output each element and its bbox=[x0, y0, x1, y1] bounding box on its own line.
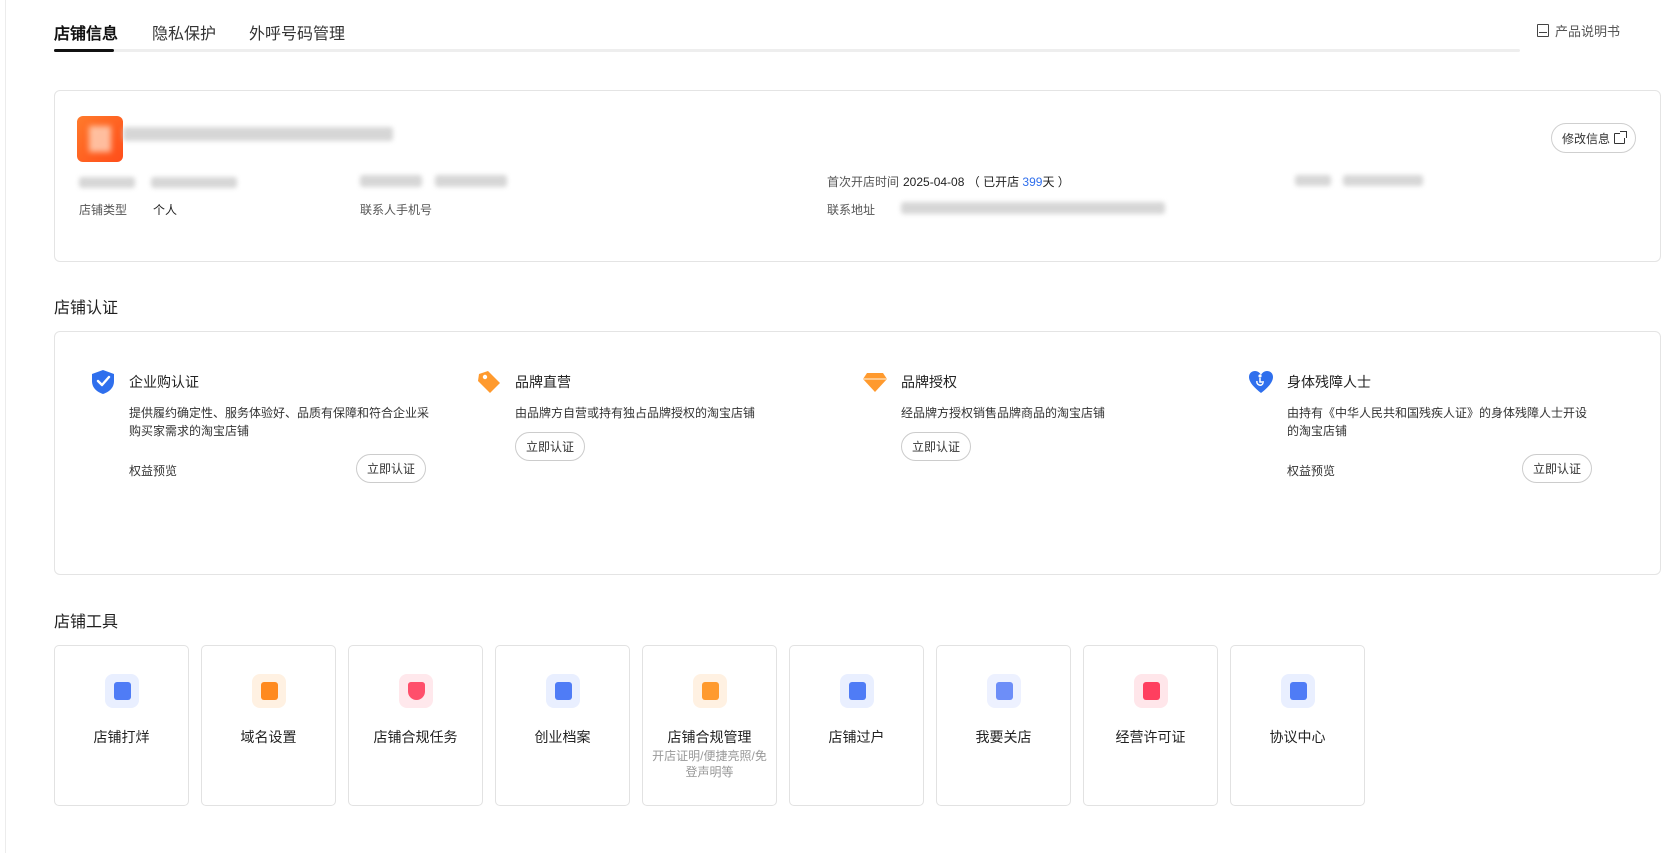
accessibility-heart-icon bbox=[1249, 371, 1273, 393]
cert-brand-direct: 品牌直营 由品牌方自营或持有独占品牌授权的淘宝店铺 立即认证 bbox=[475, 368, 815, 466]
tool-label: 域名设置 bbox=[240, 729, 297, 745]
compliance-doc-icon bbox=[692, 674, 727, 708]
product-manual-link[interactable]: 产品说明书 bbox=[1536, 21, 1620, 40]
tool-label: 我要关店 bbox=[975, 729, 1032, 745]
tool-agreement-center[interactable]: 协议中心 bbox=[1230, 645, 1365, 806]
cert-title: 企业购认证 bbox=[129, 374, 199, 390]
first-open-label: 首次开店时间 bbox=[827, 175, 900, 189]
tool-label: 创业档案 bbox=[534, 729, 591, 745]
certify-now-button[interactable]: 立即认证 bbox=[901, 432, 972, 461]
certification-section-title: 店铺认证 bbox=[54, 300, 119, 317]
open-days-count: 399 bbox=[1022, 175, 1043, 189]
transfer-icon bbox=[839, 674, 874, 708]
tool-startup-archive[interactable]: 创业档案 bbox=[495, 645, 630, 806]
tool-label: 店铺合规任务 bbox=[373, 729, 458, 745]
tab-privacy-protection[interactable]: 隐私保护 bbox=[152, 20, 216, 44]
shop-info-card: 修改信息 首次开店时间 2025-04-08 （ 已开店 399天 ） 店铺类型… bbox=[54, 90, 1661, 262]
redacted-label-2 bbox=[360, 175, 422, 187]
product-manual-label: 产品说明书 bbox=[1554, 24, 1620, 39]
open-days-suffix: 天 ） bbox=[1042, 175, 1070, 189]
tool-shop-transfer[interactable]: 店铺过户 bbox=[789, 645, 924, 806]
tool-sublabel: 开店证明/便捷亮照/免登声明等 bbox=[652, 749, 767, 779]
benefit-preview-link[interactable]: 权益预览 bbox=[129, 462, 177, 479]
cert-desc: 由品牌方自营或持有独占品牌授权的淘宝店铺 bbox=[515, 406, 756, 420]
first-open-value: 2025-04-08 （ 已开店 399天 ） bbox=[903, 173, 1070, 190]
certification-card: 企业购认证 提供履约确定性、服务体验好、品质有保障和符合企业采购买家需求的淘宝店… bbox=[54, 331, 1661, 575]
tag-icon bbox=[478, 371, 500, 393]
tool-label: 经营许可证 bbox=[1115, 729, 1186, 745]
tool-label: 店铺打烊 bbox=[93, 729, 150, 745]
tool-business-license[interactable]: 经营许可证 bbox=[1083, 645, 1218, 806]
diamond-icon bbox=[863, 373, 887, 392]
cert-disabled-persons: 身体残障人士 由持有《中华人民共和国残疾人证》的身体残障人士开设的淘宝店铺 权益… bbox=[1247, 368, 1607, 484]
cert-title: 身体残障人士 bbox=[1287, 374, 1371, 390]
edit-info-button[interactable]: 修改信息 bbox=[1550, 123, 1636, 153]
top-tabs: 店铺信息 隐私保护 外呼号码管理 bbox=[54, 16, 1520, 52]
tool-compliance-management[interactable]: 店铺合规管理 开店证明/便捷亮照/免登声明等 bbox=[642, 645, 777, 806]
redacted-value-2 bbox=[435, 175, 507, 187]
page-left-border bbox=[5, 0, 6, 853]
edit-info-label: 修改信息 bbox=[1561, 131, 1610, 146]
shop-name-redacted bbox=[123, 127, 393, 141]
tabs-track bbox=[54, 49, 1520, 52]
tool-close-shop[interactable]: 我要关店 bbox=[936, 645, 1071, 806]
certify-now-button[interactable]: 立即认证 bbox=[1522, 454, 1593, 483]
tool-label: 店铺过户 bbox=[828, 729, 885, 745]
close-shop-icon bbox=[986, 674, 1021, 708]
archive-icon bbox=[545, 674, 580, 708]
tab-shop-info[interactable]: 店铺信息 bbox=[54, 20, 118, 44]
cert-title: 品牌直营 bbox=[515, 374, 571, 390]
benefit-preview-link[interactable]: 权益预览 bbox=[1287, 462, 1335, 479]
shop-logo bbox=[77, 116, 123, 162]
book-icon bbox=[1536, 24, 1549, 37]
shop-close-icon bbox=[104, 674, 139, 708]
tab-outbound-number[interactable]: 外呼号码管理 bbox=[249, 20, 345, 44]
cert-desc: 由持有《中华人民共和国残疾人证》的身体残障人士开设的淘宝店铺 bbox=[1287, 406, 1588, 438]
redacted-value-3 bbox=[1343, 175, 1423, 186]
domain-settings-icon bbox=[251, 674, 286, 708]
shop-type-label: 店铺类型 bbox=[79, 203, 128, 217]
certify-now-button[interactable]: 立即认证 bbox=[515, 432, 586, 461]
contact-address-label: 联系地址 bbox=[827, 203, 876, 217]
compliance-shield-icon bbox=[398, 674, 433, 708]
cert-enterprise: 企业购认证 提供履约确定性、服务体验好、品质有保障和符合企业采购买家需求的淘宝店… bbox=[89, 368, 429, 484]
tool-label: 店铺合规管理 bbox=[667, 729, 752, 745]
cert-title: 品牌授权 bbox=[901, 374, 957, 390]
active-tab-underline bbox=[54, 49, 114, 52]
license-folder-icon bbox=[1133, 674, 1168, 708]
open-days-prefix: （ 已开店 bbox=[967, 175, 1023, 189]
certify-now-button[interactable]: 立即认证 bbox=[356, 454, 427, 483]
tool-label: 协议中心 bbox=[1269, 729, 1326, 745]
tool-domain-settings[interactable]: 域名设置 bbox=[201, 645, 336, 806]
shield-check-icon bbox=[92, 370, 114, 394]
contact-phone-label: 联系人手机号 bbox=[360, 203, 433, 217]
redacted-label-1 bbox=[79, 177, 135, 188]
cert-desc: 提供履约确定性、服务体验好、品质有保障和符合企业采购买家需求的淘宝店铺 bbox=[129, 406, 430, 438]
external-link-icon bbox=[1614, 130, 1627, 144]
redacted-value-1 bbox=[151, 177, 237, 188]
agreement-icon bbox=[1280, 674, 1315, 708]
shop-type-value: 个人 bbox=[153, 203, 178, 217]
tools-section-title: 店铺工具 bbox=[54, 614, 119, 631]
tool-compliance-tasks[interactable]: 店铺合规任务 bbox=[348, 645, 483, 806]
first-open-date: 2025-04-08 bbox=[903, 175, 965, 189]
cert-desc: 经品牌方授权销售品牌商品的淘宝店铺 bbox=[901, 406, 1106, 420]
tool-shop-close-temp[interactable]: 店铺打烊 bbox=[54, 645, 189, 806]
address-redacted bbox=[901, 202, 1165, 214]
tools-grid: 店铺打烊 域名设置 店铺合规任务 创业档案 店铺合规管理 开店证明/便捷亮照/免… bbox=[54, 645, 1365, 806]
cert-brand-authorized: 品牌授权 经品牌方授权销售品牌商品的淘宝店铺 立即认证 bbox=[861, 368, 1201, 466]
redacted-label-3 bbox=[1295, 175, 1331, 186]
